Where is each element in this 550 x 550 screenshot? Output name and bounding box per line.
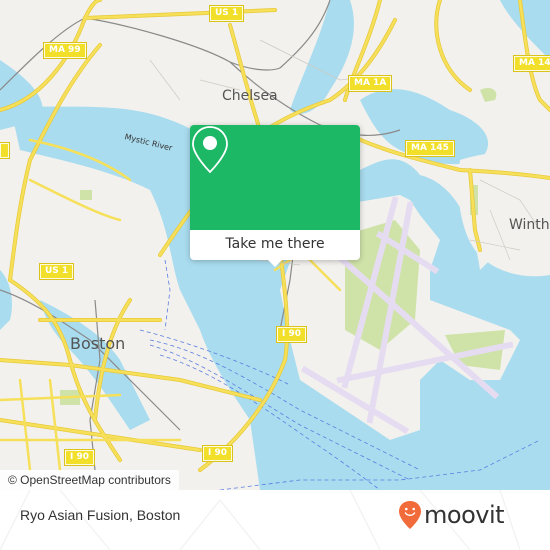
route-shield-us1: US 1 (208, 5, 245, 22)
popup-header[interactable] (190, 125, 360, 230)
moovit-logo[interactable]: moovit (398, 500, 505, 530)
popup-pointer (268, 260, 282, 267)
take-me-there-popup[interactable]: Take me there (190, 125, 360, 267)
route-shield-i90-center: I 90 (275, 326, 308, 343)
route-shield-ma145: MA 145 (405, 140, 455, 157)
route-shield-i90-left: I 90 (63, 449, 96, 466)
place-label-boston: Boston (70, 334, 126, 353)
route-shield-ma1a: MA 1A (347, 75, 393, 92)
take-me-there-button[interactable]: Take me there (190, 230, 360, 260)
moovit-wordmark: moovit (424, 501, 505, 529)
route-shield-i90-mid: I 90 (201, 445, 234, 462)
route-shield-us1-left: US 1 (38, 263, 75, 280)
moovit-pin-icon (399, 501, 421, 529)
place-label-winthrop: Winthr (509, 217, 550, 233)
route-shield-ma99: MA 99 (43, 42, 87, 59)
footer-bar: Ryo Asian Fusion, Boston moovit (0, 490, 550, 550)
place-label-chelsea: Chelsea (222, 88, 278, 104)
map-view[interactable]: Chelsea Boston Winthr Mystic River US 1 … (0, 0, 550, 490)
place-name: Ryo Asian Fusion, Boston (20, 507, 181, 523)
map-attribution[interactable]: © OpenStreetMap contributors (0, 470, 179, 490)
map-pin-icon (192, 126, 228, 174)
route-shield-partial (0, 142, 11, 159)
route-shield-ma145-right: MA 145 (513, 55, 550, 72)
